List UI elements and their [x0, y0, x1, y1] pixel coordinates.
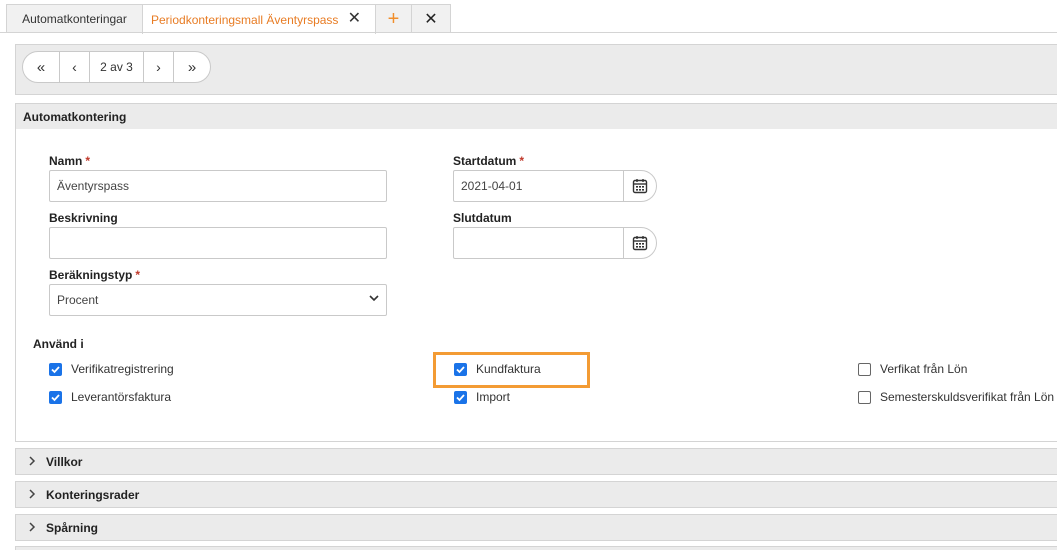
add-tab-button[interactable]: +	[375, 4, 412, 33]
close-all-tabs-button[interactable]: ✕	[411, 4, 451, 33]
close-icon: ✕	[424, 11, 438, 28]
slutdatum-input[interactable]	[453, 227, 657, 259]
tab-divider	[0, 32, 1057, 33]
tab-label: Periodkonteringsmall Äventyrspass	[151, 12, 339, 27]
chevron-right-icon	[27, 520, 37, 535]
checkbox-label: Semesterskuldsverifikat från Lön	[880, 390, 1055, 404]
section-header-villkor[interactable]: Villkor	[15, 448, 1057, 475]
beskrivning-input[interactable]	[49, 227, 387, 259]
checkbox-checked-icon[interactable]	[49, 362, 62, 376]
namn-label: Namn *	[49, 154, 91, 168]
tab-automatkonteringar[interactable]: Automatkonteringar	[6, 4, 143, 33]
close-icon[interactable]: ✕	[348, 11, 361, 27]
slutdatum-label: Slutdatum	[453, 211, 512, 225]
checkbox-verfikat-fran-lon[interactable]: Verfikat från Lön	[858, 362, 967, 376]
chevron-down-icon	[368, 292, 380, 307]
section-header-sparning[interactable]: Spårning	[15, 514, 1057, 541]
checkbox-unchecked-icon[interactable]	[858, 390, 871, 404]
slutdatum-calendar-button[interactable]	[623, 228, 656, 258]
section-title: Konteringsrader	[46, 487, 140, 502]
calendar-icon	[632, 179, 648, 194]
berakningstyp-label: Beräkningstyp *	[49, 268, 141, 282]
namn-input[interactable]: Äventyrspass	[49, 170, 387, 202]
previous-page-button[interactable]: ‹	[60, 52, 90, 82]
required-mark: *	[519, 154, 525, 168]
page-indicator: 2 av 3	[90, 52, 144, 82]
beskrivning-label: Beskrivning	[49, 211, 118, 225]
checkbox-verifikatregistrering[interactable]: Verifikatregistrering	[49, 362, 174, 376]
checkbox-checked-icon[interactable]	[49, 390, 62, 404]
startdatum-calendar-button[interactable]	[623, 171, 656, 201]
berakningstyp-select[interactable]: Procent	[49, 284, 387, 316]
checkbox-unchecked-icon[interactable]	[858, 362, 871, 376]
last-page-button[interactable]: »	[174, 52, 210, 82]
section-title: Villkor	[46, 454, 83, 469]
section-title: Spårning	[46, 520, 99, 535]
chevron-right-icon	[27, 454, 37, 469]
checkbox-semesterskuldsverifikat-fran-lon[interactable]: Semesterskuldsverifikat från Lön	[858, 390, 1054, 404]
chevron-left-icon: ‹	[72, 59, 77, 75]
startdatum-value: 2021-04-01	[461, 179, 523, 193]
namn-value: Äventyrspass	[57, 179, 130, 193]
checkbox-checked-icon[interactable]	[454, 390, 467, 404]
anvand-i-label: Använd i	[33, 337, 84, 351]
required-mark: *	[135, 268, 141, 282]
next-page-button[interactable]: ›	[144, 52, 174, 82]
double-chevron-right-icon: »	[187, 58, 197, 76]
checkbox-label: Verfikat från Lön	[880, 362, 968, 376]
calendar-icon	[632, 236, 648, 251]
section-header-konteringsrader[interactable]: Konteringsrader	[15, 481, 1057, 508]
pager-bar: « ‹ 2 av 3 › »	[15, 44, 1057, 95]
checkbox-label: Import	[476, 390, 511, 404]
highlight-box	[433, 352, 590, 388]
section-header-automatkontering[interactable]: Automatkontering	[15, 103, 1057, 130]
required-mark: *	[85, 154, 91, 168]
startdatum-input[interactable]: 2021-04-01	[453, 170, 657, 202]
chevron-right-icon: ›	[156, 59, 161, 75]
checkbox-leverantorsfaktura[interactable]: Leverantörsfaktura	[49, 390, 171, 404]
section-title: Automatkontering	[23, 109, 127, 124]
berakningstyp-value: Procent	[57, 293, 99, 307]
tab-periodkonteringsmall[interactable]: Periodkonteringsmall Äventyrspass ✕	[142, 4, 376, 34]
section-header-partial	[15, 546, 1057, 550]
tab-bar: Automatkonteringar Periodkonteringsmall …	[0, 0, 1057, 34]
plus-icon: +	[387, 7, 400, 30]
chevron-right-icon	[27, 487, 37, 502]
checkbox-label: Verifikatregistrering	[71, 362, 174, 376]
checkbox-import[interactable]: Import	[454, 390, 510, 404]
first-page-button[interactable]: «	[23, 52, 60, 82]
pager: « ‹ 2 av 3 › »	[22, 51, 211, 83]
double-chevron-left-icon: «	[36, 58, 46, 76]
tab-label: Automatkonteringar	[22, 12, 127, 26]
startdatum-label: Startdatum *	[453, 154, 525, 168]
checkbox-label: Leverantörsfaktura	[71, 390, 172, 404]
